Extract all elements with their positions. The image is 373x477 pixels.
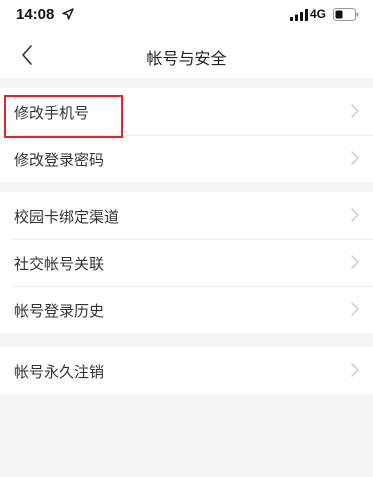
chevron-right-icon (351, 208, 359, 222)
menu-item-campus-card-binding[interactable]: 校园卡绑定渠道 (0, 192, 373, 239)
menu-item-label: 修改登录密码 (14, 151, 105, 169)
menu-item-change-password[interactable]: 修改登录密码 (0, 135, 373, 182)
chevron-right-icon (351, 302, 359, 316)
signal-bars-icon (290, 9, 308, 21)
menu-item-label: 帐号永久注销 (14, 363, 105, 381)
chevron-right-icon (351, 255, 359, 269)
menu-item-change-phone[interactable]: 修改手机号 (0, 88, 373, 135)
menu-item-social-accounts[interactable]: 社交帐号关联 (0, 239, 373, 286)
location-arrow-icon (62, 8, 74, 20)
settings-group-3: 帐号永久注销 (0, 347, 373, 394)
chevron-right-icon (351, 104, 359, 118)
settings-group-1: 修改手机号 修改登录密码 (0, 88, 373, 182)
menu-item-label: 社交帐号关联 (14, 255, 105, 273)
menu-item-delete-account[interactable]: 帐号永久注销 (0, 347, 373, 394)
chevron-right-icon (351, 151, 359, 165)
network-type: 4G (310, 7, 327, 21)
settings-group-2: 校园卡绑定渠道 社交帐号关联 帐号登录历史 (0, 192, 373, 333)
status-bar: 14:08 4G (0, 0, 373, 32)
battery-icon (333, 8, 359, 21)
menu-item-login-history[interactable]: 帐号登录历史 (0, 286, 373, 333)
chevron-right-icon (351, 363, 359, 377)
menu-item-label: 校园卡绑定渠道 (14, 208, 120, 226)
navigation-bar: 帐号与安全 (0, 32, 373, 78)
menu-item-label: 修改手机号 (14, 104, 90, 122)
page-title: 帐号与安全 (146, 49, 227, 68)
status-time: 14:08 (16, 6, 55, 23)
menu-item-label: 帐号登录历史 (14, 302, 105, 320)
